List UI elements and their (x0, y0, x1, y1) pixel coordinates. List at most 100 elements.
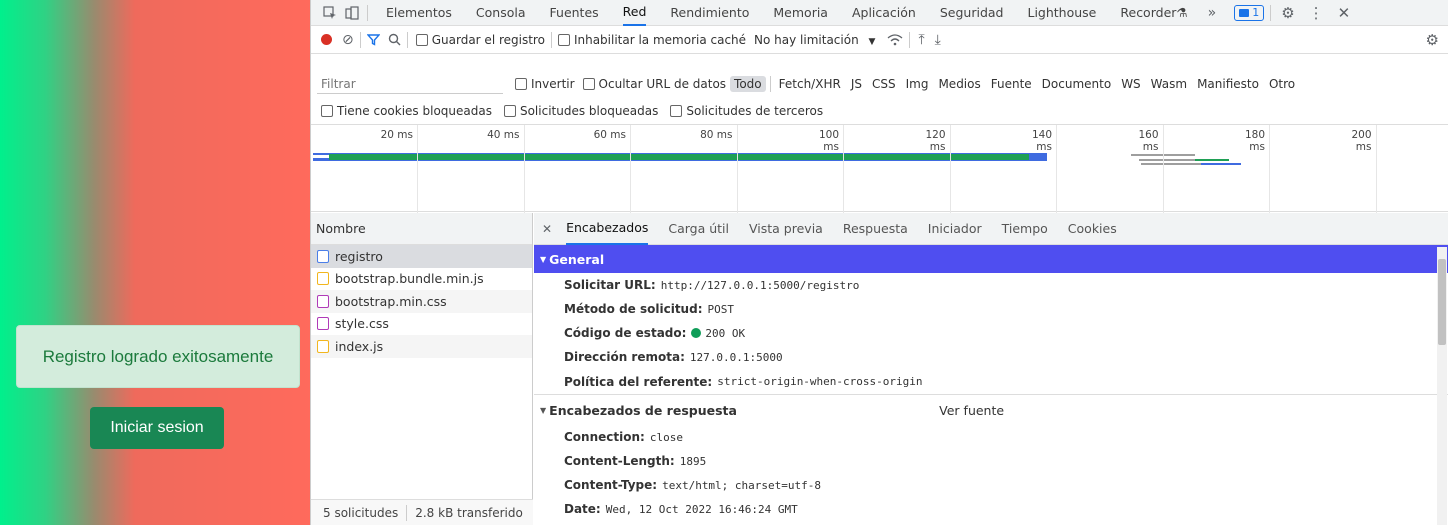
status-code-value: 200 OK (705, 326, 746, 340)
devtools-tab-fuentes[interactable]: Fuentes (550, 0, 599, 26)
filter-type-wasm[interactable]: Wasm (1147, 76, 1191, 92)
hide-data-urls-label: Ocultar URL de datos (598, 77, 727, 91)
settings-gear-icon[interactable]: ⚙ (1281, 4, 1294, 22)
filter-type-fetch-xhr[interactable]: Fetch/XHR (775, 76, 845, 92)
timeline-gridline (949, 125, 951, 213)
blocked-cookies-checkbox[interactable]: Tiene cookies bloqueadas (321, 104, 492, 118)
devtools-tabbar: Elementos Consola Fuentes Red Rendimiento Mem… (311, 0, 1448, 26)
detail-tab-vista-previa[interactable]: Vista previa (749, 213, 823, 245)
detail-tab-carga-til[interactable]: Carga útil (668, 213, 729, 245)
status-code-key: Código de estado: (564, 326, 687, 340)
filter-type-otro[interactable]: Otro (1265, 76, 1299, 92)
issues-badge[interactable]: 1 (1234, 4, 1265, 21)
network-toolbar: ⊘ Guardar el registro Inhabilitar la mem… (311, 26, 1448, 54)
login-button[interactable]: Iniciar sesion (90, 407, 224, 449)
detail-tab-respuesta[interactable]: Respuesta (843, 213, 908, 245)
filter-type-css[interactable]: CSS (868, 76, 900, 92)
network-overview-timeline[interactable]: 20 ms 40 ms 60 ms 80 ms 100 ms 120 ms 140 ms 16… (311, 124, 1448, 213)
clear-icon[interactable]: ⊘ (342, 32, 354, 48)
timeline-gridline (417, 125, 418, 213)
hide-data-urls-checkbox[interactable]: Ocultar URL de datos (582, 77, 727, 91)
checkbox-box[interactable] (415, 33, 428, 46)
device-toolbar-icon[interactable] (343, 5, 361, 20)
network-conditions-icon[interactable] (887, 33, 903, 46)
close-icon[interactable]: ✕ (1338, 4, 1351, 22)
import-har-icon[interactable]: ⤒ (918, 32, 924, 48)
waterfall-bar-blue-small (1201, 163, 1241, 165)
detail-tab-iniciador[interactable]: Iniciador (928, 213, 982, 245)
filter-type-documento[interactable]: Documento (1038, 76, 1116, 92)
name-column-header[interactable]: Nombre (311, 213, 532, 245)
checkbox-box[interactable] (503, 105, 516, 117)
timeline-tick-label: 100 ms (818, 129, 839, 153)
kebab-menu-icon[interactable]: ⋮ (1309, 4, 1324, 22)
timeline-gridline (1375, 125, 1377, 213)
invert-checkbox[interactable]: Invertir (515, 77, 575, 91)
status-ok-dot-icon (691, 328, 702, 338)
throttling-select[interactable]: No hay limitación ▼ (754, 33, 875, 47)
detail-tab-cookies[interactable]: Cookies (1068, 213, 1117, 245)
general-section-header[interactable]: ▼ General (534, 245, 1448, 273)
details-scrollbar[interactable] (1437, 247, 1447, 525)
request-row-registro[interactable]: registro (311, 245, 532, 268)
devtools-tab-seguridad[interactable]: Seguridad (940, 0, 1004, 26)
request-row-bootstrap-bundle-min-js[interactable]: bootstrap.bundle.min.js (311, 268, 532, 291)
devtools-tab-recorder[interactable]: Recorder ⚗ (1120, 0, 1187, 26)
js-file-icon (317, 272, 329, 286)
devtools-tab-elementos[interactable]: Elementos (386, 0, 452, 26)
invert-label: Invertir (531, 77, 575, 91)
divider (406, 504, 408, 521)
network-settings-gear-icon[interactable]: ⚙ (1426, 31, 1439, 49)
filter-icon[interactable] (366, 33, 380, 46)
filter-type-manifiesto[interactable]: Manifiesto (1193, 76, 1263, 92)
preserve-log-checkbox[interactable]: Guardar el registro (415, 33, 545, 47)
detail-tab-encabezados[interactable]: Encabezados (566, 213, 649, 245)
third-party-label: Solicitudes de terceros (686, 104, 824, 118)
filter-type-img[interactable]: Img (902, 76, 933, 92)
devtools-tab-aplicaci-n[interactable]: Aplicación (852, 0, 916, 26)
request-method-row: Método de solicitud: POST (534, 297, 1448, 321)
devtools-tab-memoria[interactable]: Memoria (773, 0, 828, 26)
waterfall-bar-grey-2 (1139, 159, 1199, 161)
timeline-gridline (1056, 125, 1057, 213)
devtools-tab-lighthouse[interactable]: Lighthouse (1027, 0, 1096, 26)
timeline-tick-label: 40 ms (487, 129, 520, 141)
request-row-bootstrap-min-css[interactable]: bootstrap.min.css (311, 290, 532, 313)
search-icon[interactable] (388, 33, 401, 46)
view-source-link[interactable]: Ver fuente (939, 403, 1004, 418)
close-details-icon[interactable]: ✕ (542, 222, 552, 236)
checkbox-box[interactable] (582, 78, 595, 90)
detail-tab-tiempo[interactable]: Tiempo (1002, 213, 1048, 245)
devtools-tab-red[interactable]: Red (622, 0, 647, 26)
request-row-index-js[interactable]: index.js (311, 335, 532, 358)
response-headers-title: Encabezados de respuesta (549, 402, 737, 418)
checkbox-box[interactable] (670, 105, 683, 117)
css-file-icon (317, 317, 329, 331)
divider (367, 4, 368, 21)
filter-input[interactable] (317, 74, 503, 94)
disable-cache-checkbox[interactable]: Inhabilitar la memoria caché (557, 33, 746, 47)
response-headers-section-header[interactable]: ▼ Encabezados de respuesta Ver fuente (534, 395, 1448, 425)
record-icon[interactable] (321, 34, 332, 45)
third-party-checkbox[interactable]: Solicitudes de terceros (670, 104, 823, 118)
filter-type-fuente[interactable]: Fuente (987, 76, 1036, 92)
checkbox-box[interactable] (321, 105, 333, 117)
filter-type-ws[interactable]: WS (1117, 76, 1144, 92)
blocked-requests-checkbox[interactable]: Solicitudes bloqueadas (503, 104, 659, 118)
connection-row: Connection: close (534, 425, 1448, 449)
request-row-style-css[interactable]: style.css (311, 313, 532, 336)
inspect-element-icon[interactable] (321, 5, 339, 20)
checkbox-box[interactable] (515, 78, 527, 90)
checkbox-box[interactable] (557, 33, 570, 46)
blocked-requests-label: Solicitudes bloqueadas (519, 104, 659, 118)
filter-type-medios[interactable]: Medios (934, 76, 984, 92)
filter-type-todo[interactable]: Todo (730, 76, 766, 92)
export-har-icon[interactable]: ⤓ (935, 32, 941, 48)
devtools-tab-consola[interactable]: Consola (476, 0, 526, 26)
devtools-tab-rendimiento[interactable]: Rendimiento (670, 0, 749, 26)
scrollbar-thumb[interactable] (1438, 259, 1446, 345)
filter-type-js[interactable]: JS (847, 76, 866, 92)
date-row: Date: Wed, 12 Oct 2022 16:46:24 GMT (534, 497, 1448, 521)
more-tabs-icon[interactable]: » (1208, 5, 1217, 21)
tab-label: Memoria (773, 5, 828, 20)
